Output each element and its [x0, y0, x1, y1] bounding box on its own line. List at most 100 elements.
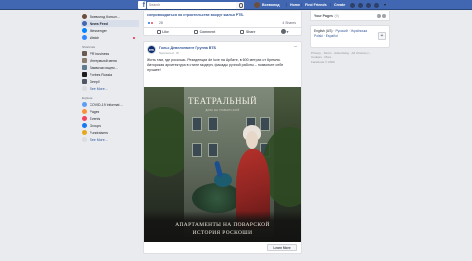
sidebar-item-label: Events	[89, 116, 101, 121]
help-icon[interactable]	[374, 2, 379, 8]
calendar-icon	[82, 116, 87, 121]
copyright: Facebook © 2020	[311, 59, 335, 64]
sidebar-item-label: Pages	[89, 109, 100, 114]
sidebar-item-shortcut[interactable]: PR business	[81, 50, 139, 57]
notifications-icon[interactable]	[366, 2, 371, 8]
profile-link[interactable]: Всеволод	[262, 2, 280, 8]
comment-label: Comment	[199, 29, 216, 34]
window	[192, 117, 202, 131]
sidebar-item-shortcut[interactable]: Заявочки ищем…	[81, 64, 139, 71]
flag-icon	[82, 109, 87, 114]
sidebar-item-label: Интервьюй меня	[89, 58, 117, 63]
pages-count: (9)	[334, 13, 339, 18]
chevron-down-icon	[82, 137, 87, 142]
search-icon[interactable]	[236, 1, 244, 9]
add-language-icon[interactable]: +	[378, 32, 386, 40]
reaction-count[interactable]: 28	[159, 21, 163, 25]
divider	[286, 3, 287, 7]
post-text-line: Авторская архитектура в стиле модерн, фа…	[147, 63, 284, 72]
search-input[interactable]	[147, 1, 243, 9]
divider	[330, 3, 331, 7]
language-selector: English (US) · Русский · Українська Pols…	[310, 25, 390, 48]
pages-options[interactable]	[376, 13, 386, 18]
sidebar-item-covid[interactable]: COVID-19 Informat…	[81, 101, 139, 108]
footer-links: Privacy · Terms · Advertising · Ad Choic…	[310, 51, 390, 64]
sidebar-item-watch[interactable]: Watch	[81, 34, 139, 41]
language-links[interactable]: · Русский · Українська	[333, 29, 367, 33]
your-pages-header[interactable]: Your Pages (9)	[310, 11, 390, 21]
window	[208, 117, 218, 131]
like-label: Like	[162, 29, 169, 34]
see-more-link[interactable]: See More...	[81, 136, 139, 143]
sidebar-profile[interactable]: Всеволод Копыл…	[81, 13, 139, 20]
sidebar-item-pages[interactable]: Pages	[81, 108, 139, 115]
learn-more-button[interactable]: Learn More	[267, 244, 297, 251]
shortcuts-heading: Shortcuts	[82, 45, 96, 49]
love-reaction-icon	[150, 21, 154, 25]
notification-dot-icon	[133, 36, 135, 39]
facebook-logo-icon[interactable]: f	[138, 1, 146, 9]
thumbs-up-icon	[156, 29, 161, 34]
sidebar-item-label: Messenger	[89, 28, 107, 33]
sidebar-item-label: Groups	[89, 123, 101, 128]
sponsored-label[interactable]: Sponsored · ⚙	[159, 51, 179, 55]
sidebar-item-messenger[interactable]: Messenger	[81, 27, 139, 34]
sidebar-item-label: PR business	[89, 51, 110, 56]
chevron-down-icon	[82, 86, 87, 91]
post-author[interactable]: Гольс Девелопмент Группа ВТБ	[159, 46, 216, 50]
groups-icon	[82, 123, 87, 128]
top-navigation-bar: f Всеволод Home Find Friends Create	[0, 0, 472, 10]
share-button[interactable]: Share	[240, 29, 256, 34]
right-column: Your Pages (9) English (US) · Русский · …	[310, 11, 390, 64]
sidebar-item-events[interactable]: Events	[81, 115, 139, 122]
chevron-down-icon[interactable]	[383, 3, 388, 8]
sidebar-item-label: Deepl!	[89, 79, 100, 84]
more-options-icon[interactable]: ···	[294, 45, 298, 50]
previous-post-footer: сопровождаться на строительстве вокруг ж…	[143, 11, 302, 28]
find-friends-link[interactable]: Find Friends	[305, 2, 327, 8]
friend-requests-icon[interactable]	[350, 2, 355, 8]
group-icon	[82, 65, 87, 70]
shares-count[interactable]: 4 Shares	[282, 21, 296, 25]
pages-search-icon[interactable]	[376, 13, 381, 18]
ad-subtitle: ДОМ НА ПОВАРСКОЙ	[205, 108, 240, 112]
sidebar-item-label: Forbes Russia	[89, 72, 113, 77]
post-title[interactable]: сопровождаться на строительстве вокруг ж…	[147, 13, 267, 17]
sidebar-item-label: COVID-19 Informat…	[89, 102, 123, 107]
see-more-label: See More...	[89, 137, 108, 142]
share-label: Share	[245, 29, 256, 34]
audience-selector[interactable]: ▾	[280, 29, 289, 34]
like-button[interactable]: Like	[156, 29, 169, 34]
reaction-icons[interactable]	[147, 21, 154, 25]
news-feed: сопровождаться на строительстве вокруг ж…	[143, 11, 302, 254]
chevron-down-icon: ▾	[286, 29, 289, 34]
comment-button[interactable]: Comment	[194, 29, 216, 34]
share-icon	[240, 29, 245, 34]
messenger-icon[interactable]	[358, 2, 363, 8]
ad-caption-line: ИСТОРИЯ РОСКОШИ	[192, 230, 253, 236]
sponsored-post: Гольс Девелопмент Группа ВТБ Sponsored ·…	[143, 41, 302, 254]
sidebar-item-shortcut[interactable]: Forbes Russia	[81, 71, 139, 78]
news-feed-icon	[82, 21, 87, 26]
ad-caption-line: АПАРТАМЕНТЫ НА ПОВАРСКОЙ	[175, 222, 270, 228]
sidebar-item-groups[interactable]: Groups	[81, 122, 139, 129]
avatar[interactable]	[254, 2, 260, 8]
sidebar-item-fundraisers[interactable]: Fundraisers	[81, 129, 139, 136]
ad-image[interactable]: ТЕАТРАЛЬНЫЙ ДОМ НА ПОВАРСКОЙ АПАРТАМЕНТЫ…	[144, 87, 301, 242]
more-options-icon[interactable]	[382, 13, 386, 18]
sidebar-item-shortcut[interactable]: Интервьюй меня	[81, 57, 139, 64]
language-links[interactable]: Polski · Español	[314, 34, 386, 39]
avatar	[82, 14, 87, 19]
see-more-link[interactable]: See More...	[81, 85, 139, 92]
sidebar-item-news-feed[interactable]: News Feed	[81, 20, 139, 27]
create-link[interactable]: Create	[334, 2, 345, 8]
home-link[interactable]: Home	[290, 2, 300, 8]
avatar	[280, 29, 286, 34]
ad-title: ТЕАТРАЛЬНЫЙ	[187, 96, 258, 106]
sidebar-item-shortcut[interactable]: Deepl!	[81, 78, 139, 85]
comment-icon	[194, 29, 199, 34]
avatar[interactable]	[147, 45, 156, 54]
explore-heading: Explore	[82, 96, 93, 100]
sidebar-item-label: Watch	[89, 35, 100, 40]
window	[208, 143, 218, 157]
